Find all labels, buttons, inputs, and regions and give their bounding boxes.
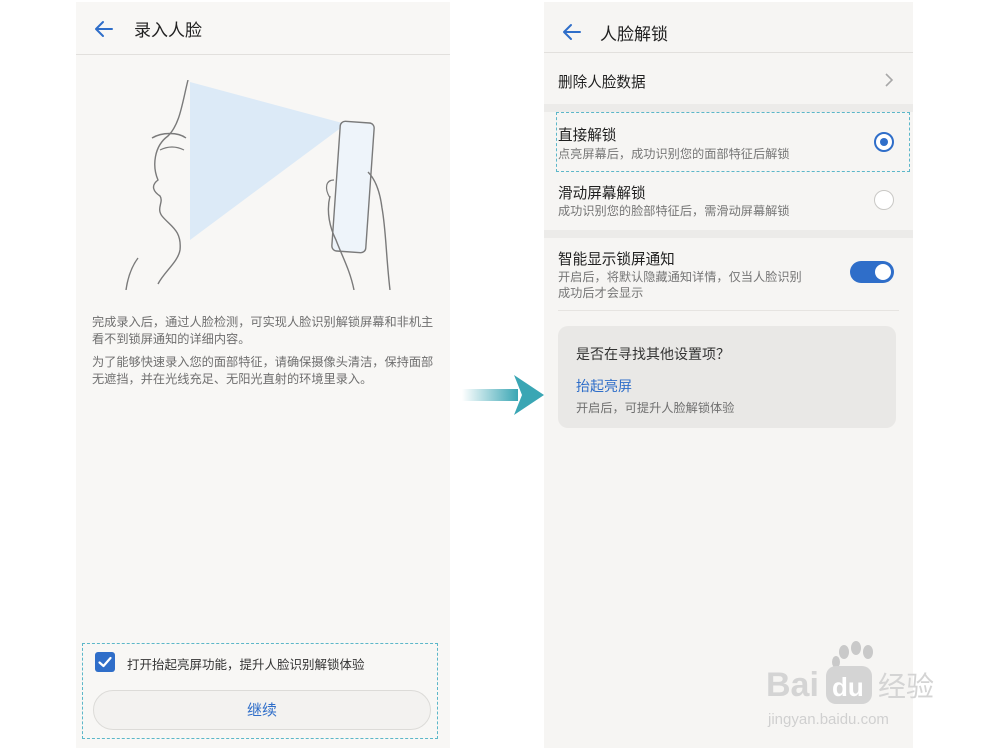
direct-unlock-title: 直接解锁 (558, 127, 617, 144)
slide-unlock-option[interactable]: 滑动屏幕解锁 成功识别您的脸部特征后，需滑动屏幕解锁 (544, 178, 913, 230)
face-enroll-screen: 录入人脸 完成录入后，通过人脸检测，可实现人脸识别解锁屏幕和非机主看不到锁屏通知… (76, 2, 450, 748)
watermark-brand-c: 经验 (878, 670, 934, 703)
section-divider (544, 104, 913, 112)
direct-unlock-radio[interactable] (874, 132, 894, 152)
description-paragraph-1: 完成录入后，通过人脸检测，可实现人脸识别解锁屏幕和非机主看不到锁屏通知的详细内容… (92, 315, 434, 346)
continue-button[interactable]: 继续 (93, 690, 431, 730)
suggestion-question: 是否在寻找其他设置项？ (576, 347, 730, 363)
section-divider (544, 230, 913, 238)
next-step-arrow-icon (462, 375, 544, 415)
suggestion-subtitle: 开启后，可提升人脸解锁体验 (576, 401, 735, 415)
back-arrow-icon[interactable] (560, 20, 584, 44)
smart-notify-subtitle-line1: 开启后，将默认隐藏通知详情，仅当人脸识别 (558, 270, 802, 284)
watermark-brand-a: Bai (766, 666, 819, 704)
page-title: 人脸解锁 (600, 25, 668, 45)
app-header: 录入人脸 (76, 2, 450, 55)
suggestion-card: 是否在寻找其他设置项？ 抬起亮屏 开启后，可提升人脸解锁体验 (558, 326, 896, 428)
smart-notify-toggle[interactable] (850, 261, 894, 283)
page-title: 录入人脸 (134, 21, 202, 41)
delete-face-data-item[interactable]: 删除人脸数据 (544, 54, 913, 104)
description-paragraph-2: 为了能够快速录入您的面部特征，请确保摄像头清洁，保持面部无遮挡，并在光线充足、无… (92, 355, 434, 386)
row-divider (558, 310, 899, 311)
smart-notify-subtitle-line2: 成功后才会显示 (558, 286, 644, 300)
face-unlock-screen: 人脸解锁 删除人脸数据 直接解锁 点亮屏幕后，成功识别您的面部特征后解锁 滑动屏… (544, 2, 913, 748)
raise-to-wake-checkbox[interactable] (95, 652, 115, 672)
paw-icon (832, 641, 873, 668)
chevron-right-icon (885, 73, 894, 87)
baidu-jingyan-watermark: Bai du 经验 jingyan.baidu.com (766, 641, 934, 728)
direct-unlock-option[interactable]: 直接解锁 点亮屏幕后，成功识别您的面部特征后解锁 (544, 112, 913, 172)
slide-unlock-title: 滑动屏幕解锁 (558, 185, 646, 202)
check-icon (98, 656, 112, 668)
slide-unlock-subtitle: 成功识别您的脸部特征后，需滑动屏幕解锁 (558, 204, 790, 218)
direct-unlock-subtitle: 点亮屏幕后，成功识别您的面部特征后解锁 (558, 147, 790, 161)
back-arrow-icon[interactable] (92, 17, 116, 41)
slide-unlock-radio[interactable] (874, 190, 894, 210)
watermark-url: jingyan.baidu.com (767, 711, 889, 728)
checkbox-label: 打开抬起亮屏功能，提升人脸识别解锁体验 (127, 657, 365, 672)
app-header: 人脸解锁 (544, 2, 913, 53)
raise-to-wake-link[interactable]: 抬起亮屏 (576, 376, 632, 396)
watermark-brand-b: du (832, 672, 864, 702)
face-scan-illustration (125, 80, 391, 290)
enroll-footer: 打开抬起亮屏功能，提升人脸识别解锁体验 继续 (82, 643, 438, 739)
delete-face-data-label: 删除人脸数据 (558, 74, 646, 91)
smart-notify-title: 智能显示锁屏通知 (558, 251, 675, 268)
